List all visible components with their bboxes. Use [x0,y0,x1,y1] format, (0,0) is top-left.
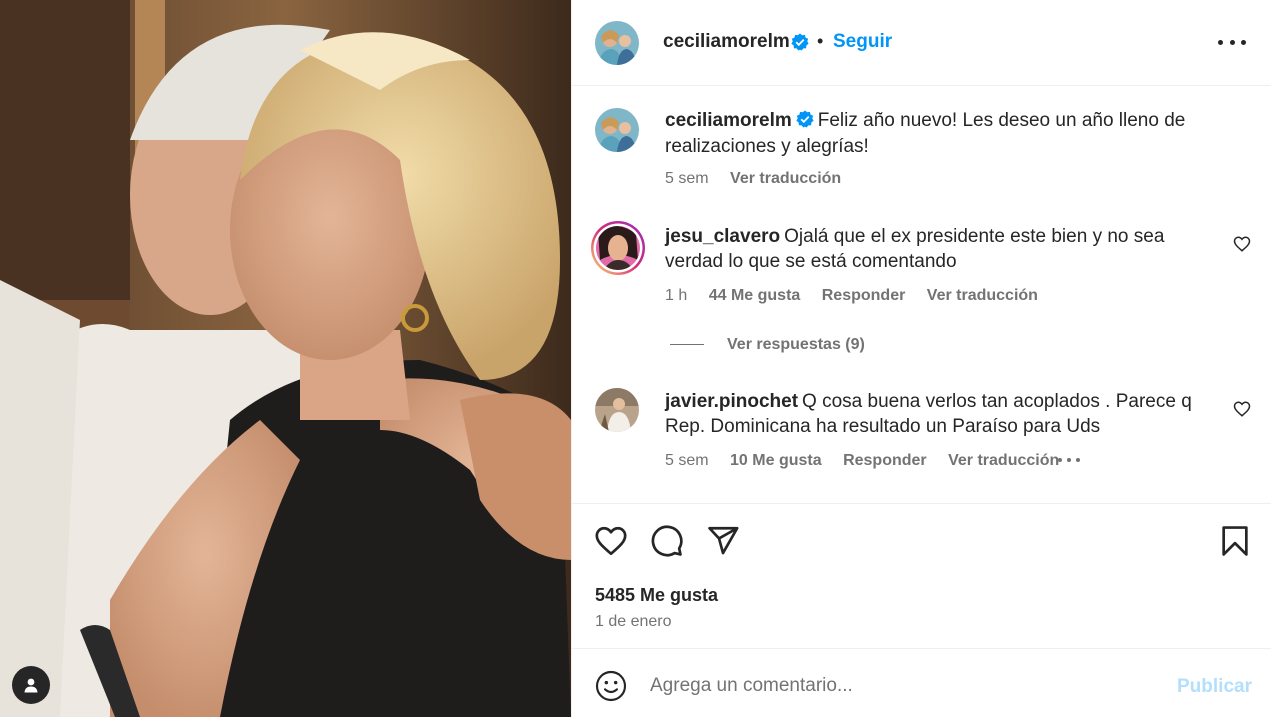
more-dot-icon [1076,458,1080,462]
heart-icon[interactable] [594,524,628,558]
separator-dot: • [817,31,824,51]
post-actions: 5485 Me gusta 1 de enero [572,503,1271,648]
comment-likes[interactable]: 44 Me gusta [709,287,801,304]
add-comment-bar: Publicar [572,648,1271,717]
avatar-image [595,108,639,152]
caption-translate-link[interactable]: Ver traducción [730,170,841,187]
more-options-button[interactable] [1218,30,1246,54]
likes-count[interactable]: 5485 Me gusta [595,585,718,606]
publish-button[interactable]: Publicar [1177,676,1252,698]
avatar-image [595,388,639,432]
more-dot-icon [1229,39,1235,45]
follow-button[interactable]: Seguir [833,31,892,53]
replies-divider [670,344,704,345]
comment-reply-button[interactable]: Responder [822,287,906,304]
verified-badge-icon [791,33,809,51]
comment-translate-link[interactable]: Ver traducción [927,287,1038,304]
avatar-image [591,221,645,275]
post-caption: ceciliamorelm Feliz año nuevo! Les deseo… [665,108,1225,160]
comment-avatar[interactable] [595,388,639,432]
bookmark-icon[interactable] [1218,524,1252,558]
comment-avatar[interactable] [590,220,646,276]
post-header: ceciliamorelm • Seguir [572,0,1271,86]
avatar-image [595,21,639,65]
caption-avatar[interactable] [595,108,639,152]
avatar[interactable] [595,21,639,65]
comment-like-heart-icon[interactable] [1233,235,1251,253]
comment-text: javier.pinochet Q cosa buena verlos tan a… [665,389,1205,439]
tagged-users-button[interactable] [12,666,50,704]
post-photo [0,0,571,717]
more-dot-icon [1241,39,1246,45]
header-username[interactable]: ceciliamorelm [663,31,790,53]
comment-text: jesu_clavero Ojalá que el ex presidente e… [665,224,1205,274]
comment-icon[interactable] [650,524,684,558]
comment-options-button[interactable] [1058,458,1080,464]
caption-username[interactable]: ceciliamorelm [665,110,792,131]
caption-meta: 5 sem Ver traducción [665,170,841,188]
user-icon [24,678,38,693]
comment-time: 5 sem [665,452,709,469]
comment-username[interactable]: javier.pinochet [665,391,798,412]
comment-username[interactable]: jesu_clavero [665,226,780,247]
emoji-icon[interactable] [595,670,627,702]
comment-like-heart-icon[interactable] [1233,400,1251,418]
comment-likes[interactable]: 10 Me gusta [730,452,822,469]
verified-badge-icon [796,110,814,128]
comment-reply-button[interactable]: Responder [843,452,927,469]
caption-time: 5 sem [665,170,709,187]
post-image [0,0,571,717]
more-dot-icon [1218,39,1223,45]
more-dot-icon [1067,458,1071,462]
comment-translate-link[interactable]: Ver traducción [948,452,1059,469]
comment-meta: 5 sem 10 Me gusta Responder Ver traducci… [665,452,1059,470]
post-date[interactable]: 1 de enero [595,613,672,631]
view-replies-button[interactable]: Ver respuestas (9) [727,336,865,354]
comment-meta: 1 h 44 Me gusta Responder Ver traducción [665,287,1038,305]
share-icon[interactable] [706,524,740,558]
comment-input[interactable] [650,671,1150,701]
more-dot-icon [1058,458,1062,462]
comment-time: 1 h [665,287,688,304]
post-detail-panel: ceciliamorelm • Seguir ceciliamorelm Fel… [571,0,1271,717]
